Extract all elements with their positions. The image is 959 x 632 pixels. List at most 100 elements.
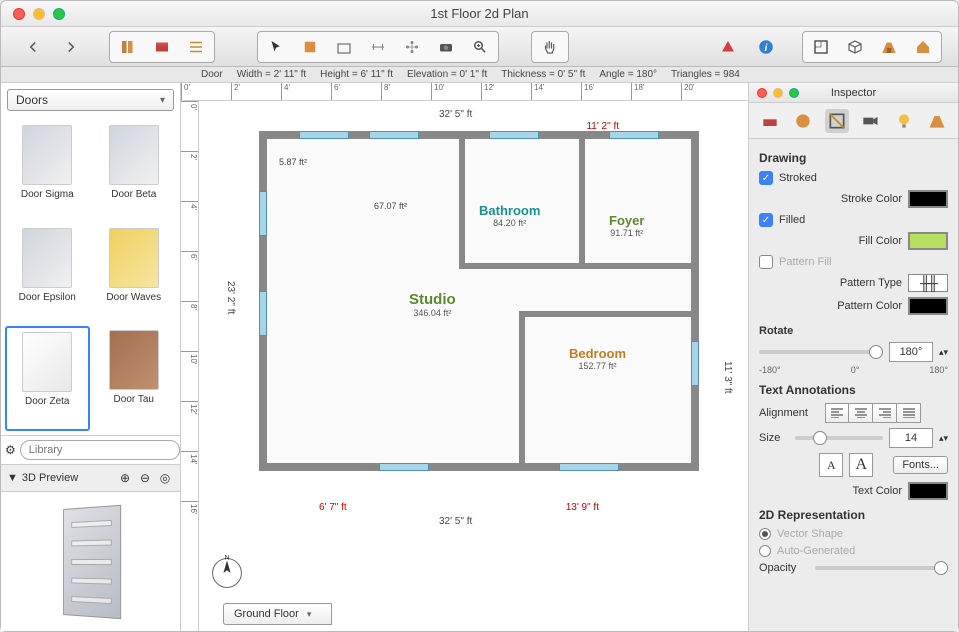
category-dropdown[interactable]: Doors [7, 89, 174, 111]
rotate-slider[interactable] [759, 350, 883, 354]
pattern-fill-checkbox[interactable] [759, 255, 773, 269]
tool-render-button[interactable] [712, 34, 744, 60]
font-size-value[interactable]: 14 [889, 428, 933, 448]
library-item[interactable]: Door Epsilon [5, 224, 90, 325]
opacity-slider[interactable] [815, 566, 948, 570]
view-2d-button[interactable] [805, 34, 837, 60]
tool-list-button[interactable] [180, 34, 212, 60]
font-large-button[interactable]: A [849, 453, 873, 477]
vector-shape-radio[interactable] [759, 528, 771, 540]
pattern-type-swatch[interactable]: ╫╫ [908, 274, 948, 292]
tool-library-button[interactable] [112, 34, 144, 60]
svg-text:N: N [225, 555, 230, 562]
door-thumbnail-icon [22, 228, 72, 288]
library-grid: Door Sigma Door Beta Door Epsilon Door Wave… [1, 117, 180, 435]
auto-generated-radio[interactable] [759, 545, 771, 557]
door-thumbnail-icon [109, 330, 159, 390]
tool-furniture-button[interactable] [146, 34, 178, 60]
preview-zoom-in-icon[interactable]: ⊕ [116, 469, 134, 487]
tool-info-button[interactable]: i [750, 34, 782, 60]
library-item[interactable]: Door Beta [92, 121, 177, 222]
dim-bottom-right: 13' 9" ft [566, 502, 599, 513]
compass-icon: N [209, 555, 245, 591]
align-center-button[interactable] [849, 403, 873, 423]
dim-left: 23' 2" ft [225, 281, 236, 314]
rotate-mid: 0° [851, 365, 860, 375]
fill-color-label: Fill Color [759, 235, 902, 247]
view-home-button[interactable] [907, 34, 939, 60]
stroked-label: Stroked [779, 172, 948, 184]
view-3d-button[interactable] [839, 34, 871, 60]
filled-label: Filled [779, 214, 948, 226]
main-toolbar: i [1, 27, 958, 67]
tool-wall-button[interactable] [294, 34, 326, 60]
nav-forward-button[interactable] [55, 34, 87, 60]
door-thumbnail-icon [109, 125, 159, 185]
door-thumbnail-icon [22, 125, 72, 185]
status-triangles: Triangles = 984 [671, 69, 740, 80]
horizontal-ruler: 0'2'4'6'8'10'12'14'16'18'20' [181, 83, 748, 101]
section-text: Text Annotations [759, 383, 948, 397]
status-elevation: Elevation = 0' 1" ft [407, 69, 487, 80]
nav-back-button[interactable] [17, 34, 49, 60]
rotate-label: Rotate [759, 325, 793, 337]
preview-zoom-fit-icon[interactable]: ◎ [156, 469, 174, 487]
fonts-button[interactable]: Fonts... [893, 456, 948, 474]
rotate-stepper[interactable]: ▴▾ [939, 347, 948, 358]
library-item-label: Door Zeta [25, 396, 69, 407]
align-justify-button[interactable] [897, 403, 921, 423]
tool-room-button[interactable] [328, 34, 360, 60]
font-size-stepper[interactable]: ▴▾ [939, 433, 948, 444]
dim-bottom-left: 6' 7" ft [319, 502, 347, 513]
status-object: Door [201, 69, 223, 80]
vertical-ruler: 0'2'4'6'8'10'12'14'16' [181, 101, 199, 631]
fill-color-swatch[interactable] [908, 232, 948, 250]
stroked-checkbox[interactable]: ✓ [759, 171, 773, 185]
text-color-swatch[interactable] [908, 482, 948, 500]
library-item-label: Door Beta [111, 189, 156, 200]
tool-3d-button[interactable] [396, 34, 428, 60]
floorplan-canvas[interactable]: 32' 5" ft 11' 2" ft 32' 5" ft 6' 7" ft 1… [199, 101, 748, 631]
align-right-button[interactable] [873, 403, 897, 423]
rotate-value[interactable]: 180° [889, 342, 933, 362]
library-item[interactable]: Door Sigma [5, 121, 90, 222]
room-bedroom-name: Bedroom [569, 346, 626, 361]
inspector-tab-object[interactable] [758, 109, 782, 133]
font-small-button[interactable]: A [819, 453, 843, 477]
tool-camera-button[interactable] [430, 34, 462, 60]
library-item[interactable]: Door Waves [92, 224, 177, 325]
library-item-label: Door Epsilon [19, 292, 76, 303]
floor-selector[interactable]: Ground Floor [223, 603, 332, 625]
library-item-label: Door Tau [114, 394, 154, 405]
text-color-label: Text Color [759, 485, 902, 497]
tool-dimension-button[interactable] [362, 34, 394, 60]
view-split-button[interactable] [873, 34, 905, 60]
library-settings-icon[interactable]: ⚙ [5, 441, 16, 459]
section-2d-rep: 2D Representation [759, 508, 948, 522]
inspector-tab-2d[interactable] [825, 109, 849, 133]
pattern-fill-label: Pattern Fill [779, 256, 948, 268]
status-bar: Door Width = 2' 11" ft Height = 6' 11" f… [1, 67, 958, 83]
preview-disclosure-icon[interactable]: ▼ [7, 472, 18, 484]
door-thumbnail-icon [22, 332, 72, 392]
inspector-tab-building[interactable] [925, 109, 949, 133]
inspector-tab-material[interactable] [791, 109, 815, 133]
pattern-color-swatch[interactable] [908, 297, 948, 315]
font-size-slider[interactable] [795, 436, 883, 440]
tool-pointer-button[interactable] [260, 34, 292, 60]
stroke-color-swatch[interactable] [908, 190, 948, 208]
library-item[interactable]: Door Tau [92, 326, 177, 431]
library-item[interactable]: Door Zeta [5, 326, 90, 431]
library-search-input[interactable] [20, 440, 180, 460]
inspector-tab-light[interactable] [892, 109, 916, 133]
align-left-button[interactable] [825, 403, 849, 423]
3d-preview-pane[interactable] [1, 491, 180, 631]
tool-pan-button[interactable] [534, 34, 566, 60]
filled-checkbox[interactable]: ✓ [759, 213, 773, 227]
preview-zoom-out-icon[interactable]: ⊖ [136, 469, 154, 487]
dim-bottom: 32' 5" ft [439, 516, 472, 527]
preview-title: 3D Preview [22, 472, 78, 484]
inspector-tab-camera[interactable] [858, 109, 882, 133]
room-studio-name: Studio [409, 291, 456, 308]
tool-zoom-button[interactable] [464, 34, 496, 60]
